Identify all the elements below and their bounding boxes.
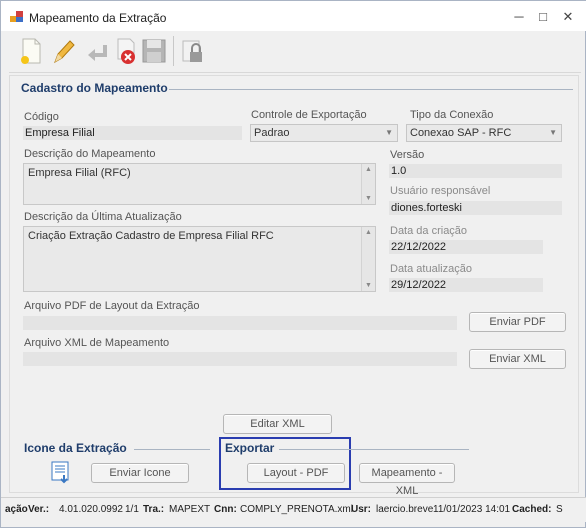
pdf-field[interactable]	[23, 316, 457, 330]
controle-select-value: Padrao	[254, 127, 290, 139]
status-tra-value: MAPEXT	[169, 504, 211, 515]
data-atualizacao-field[interactable]: 29/12/2022	[389, 278, 543, 292]
chevron-down-icon: ▼	[385, 128, 393, 137]
editar-xml-button[interactable]: Editar XML	[223, 414, 332, 434]
data-criacao-label: Data da criação	[390, 225, 468, 237]
descricao-label: Descrição do Mapeamento	[24, 148, 156, 160]
scroll-up-icon[interactable]: ▲	[365, 166, 372, 173]
tipo-label: Tipo da Conexão	[410, 109, 494, 121]
edit-icon[interactable]	[50, 35, 78, 67]
ultima-atualizacao-textarea[interactable]: Criação Extração Cadastro de Empresa Fil…	[23, 226, 376, 292]
controle-label: Controle de Exportação	[251, 109, 367, 121]
data-criacao-field[interactable]: 22/12/2022	[389, 240, 543, 254]
status-cnn-label: Cnn:	[214, 504, 237, 515]
ultima-atualizacao-label: Descrição da Última Atualização	[24, 211, 182, 223]
layout-pdf-button[interactable]: Layout - PDF	[247, 463, 345, 483]
versao-field[interactable]: 1.0	[389, 164, 562, 178]
controle-select[interactable]: Padrao ▼	[250, 124, 398, 142]
usuario-label: Usuário responsável	[390, 185, 491, 197]
status-bar: ação Ver.: 4.01.020.0992 1/1 Tra.: MAPEX…	[1, 497, 586, 522]
scroll-down-icon[interactable]: ▼	[365, 195, 372, 202]
pdf-label: Arquivo PDF de Layout da Extração	[24, 300, 200, 312]
status-usr-value: laercio.breve	[376, 504, 434, 515]
status-cnn-value: COMPLY_PRENOTA.xml	[240, 504, 353, 515]
status-ver-value: 4.01.020.0992	[59, 504, 123, 515]
enviar-pdf-button[interactable]: Enviar PDF	[469, 312, 566, 332]
scroll-up-icon[interactable]: ▲	[365, 229, 372, 236]
toolbar	[9, 32, 581, 73]
versao-label: Versão	[390, 149, 425, 161]
xml-label: Arquivo XML de Mapeamento	[24, 337, 170, 349]
close-button[interactable]: ✕	[558, 9, 578, 25]
extraction-icon[interactable]	[49, 460, 73, 484]
window-title: Mapeamento da Extração	[29, 11, 167, 25]
chevron-down-icon: ▼	[549, 128, 557, 137]
scroll-down-icon[interactable]: ▼	[365, 282, 372, 289]
data-atualizacao-label: Data atualização	[390, 263, 472, 275]
status-tra-label: Tra.:	[143, 504, 165, 515]
section-divider	[279, 449, 469, 450]
mapeamento-xml-button[interactable]: Mapeamento - XML	[359, 463, 455, 497]
section-title-exportar: Exportar	[225, 441, 275, 455]
tipo-select-value: Conexao SAP - RFC	[410, 127, 512, 139]
toolbar-separator	[173, 36, 174, 66]
status-usr-label: Usr:	[351, 504, 372, 515]
status-ver-label: Ver.:	[28, 504, 50, 515]
section-divider	[169, 89, 573, 90]
minimize-button[interactable]: ─	[509, 9, 529, 25]
enviar-xml-button[interactable]: Enviar XML	[469, 349, 566, 369]
lock-icon[interactable]	[179, 35, 207, 67]
status-page: 1/1	[125, 504, 139, 515]
descricao-text: Empresa Filial (RFC)	[28, 167, 131, 179]
status-cached-value: S	[556, 504, 563, 515]
delete-icon[interactable]	[113, 35, 141, 67]
xml-field[interactable]	[23, 352, 457, 366]
main-window: Mapeamento da Extração ─ □ ✕ Cadastro do…	[0, 0, 586, 528]
descricao-textarea[interactable]: Empresa Filial (RFC) ▲ ▼	[23, 163, 376, 205]
section-title-icone: Icone da Extração	[24, 441, 127, 455]
new-icon[interactable]	[17, 35, 45, 67]
usuario-field[interactable]: diones.forteski	[389, 201, 562, 215]
undo-icon[interactable]	[83, 35, 111, 67]
section-divider	[134, 449, 210, 450]
title-bar: Mapeamento da Extração ─ □ ✕	[1, 1, 586, 31]
section-title-cadastro: Cadastro do Mapeamento	[21, 81, 168, 95]
status-cached-label: Cached:	[512, 504, 552, 515]
descricao-scrollbar[interactable]: ▲ ▼	[361, 164, 375, 204]
ultima-atualizacao-text: Criação Extração Cadastro de Empresa Fil…	[28, 230, 274, 242]
save-icon[interactable]	[140, 35, 168, 67]
maximize-button[interactable]: □	[533, 9, 553, 25]
codigo-label: Código	[24, 111, 59, 123]
tipo-select[interactable]: Conexao SAP - RFC ▼	[406, 124, 562, 142]
enviar-icone-button[interactable]: Enviar Icone	[91, 463, 189, 483]
status-datetime: 11/01/2023 14:01	[433, 504, 511, 515]
codigo-field[interactable]: Empresa Filial	[23, 126, 242, 140]
app-icon	[10, 11, 23, 22]
status-prefix: ação	[5, 504, 28, 515]
ultima-atualizacao-scrollbar[interactable]: ▲ ▼	[361, 227, 375, 291]
